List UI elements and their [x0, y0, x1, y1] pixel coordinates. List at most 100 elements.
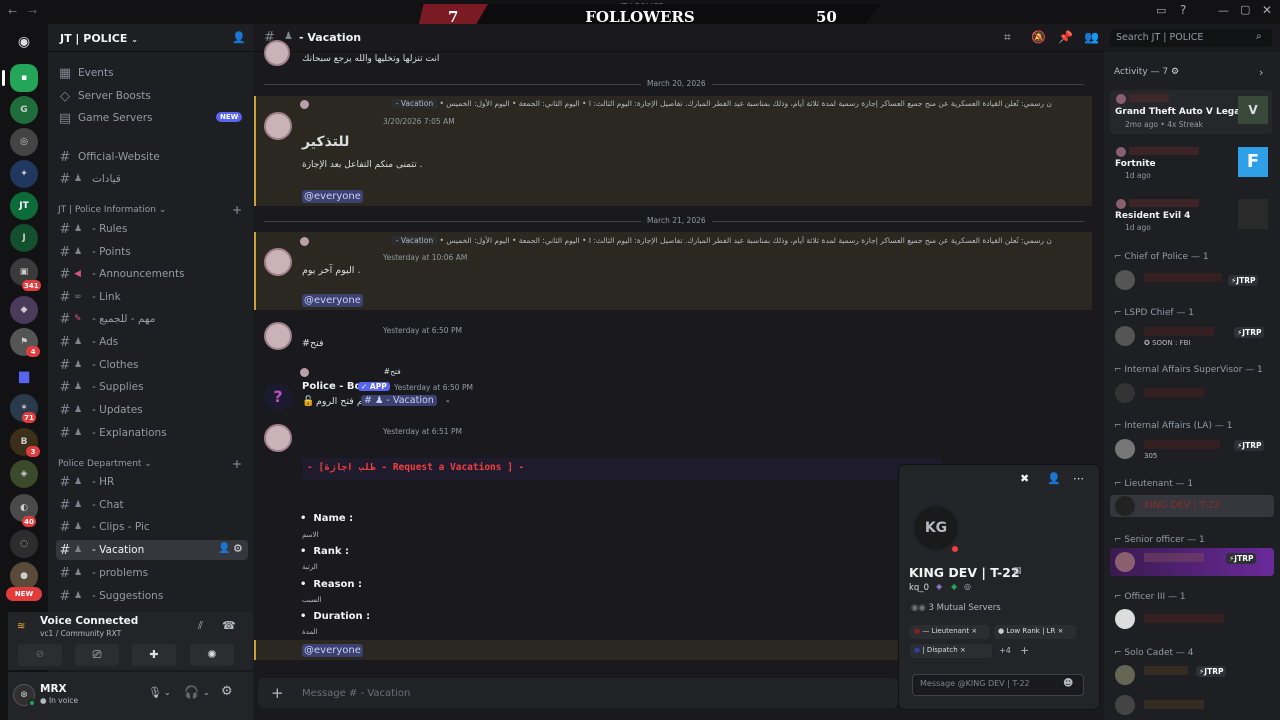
server-icon-3[interactable]: ◎ [10, 128, 38, 156]
member-name-redacted[interactable] [1144, 388, 1204, 397]
discord-home-icon[interactable]: ◉ [10, 28, 38, 56]
member-list-icon[interactable]: 👥 [1084, 30, 1099, 44]
invite-members-icon[interactable]: 👤 [218, 543, 230, 554]
forward-arrow-icon[interactable]: → [28, 5, 37, 18]
bot-avatar[interactable]: ? [264, 383, 292, 411]
channel-rules[interactable]: # ♟ - Rules [56, 219, 248, 239]
member-name-redacted[interactable] [1144, 273, 1222, 282]
user-name[interactable]: MRX [40, 683, 67, 695]
microphone-icon[interactable]: 🎙 [148, 686, 162, 699]
member-avatar[interactable] [1115, 439, 1135, 459]
activities-button[interactable]: ✚ [132, 644, 176, 666]
channel-chat[interactable]: # ♟ - Chat [56, 495, 248, 515]
voice-status[interactable]: Voice Connected [40, 615, 138, 627]
minimize-icon[interactable]: — [1218, 4, 1229, 17]
channel-link[interactable]: # ∞ - Link [56, 287, 248, 307]
author-name[interactable] [302, 426, 382, 436]
bot-name[interactable]: Police - Bot [302, 381, 366, 392]
avatar[interactable] [264, 424, 292, 452]
author-name[interactable] [302, 252, 382, 262]
server-icon-15[interactable]: ● [10, 562, 38, 590]
channel-explanations[interactable]: # ♟ - Explanations [56, 423, 248, 443]
add-friend-icon[interactable]: ✖ [1020, 472, 1029, 485]
note-icon[interactable]: ▤ [1013, 566, 1022, 576]
channel-clips-pic[interactable]: # ♟ - Clips - Pic [56, 517, 248, 537]
sidebar-item-game-servers[interactable]: ▤ Game Servers NEW [56, 108, 248, 128]
notification-bell-off-icon[interactable]: 🔕 [1031, 30, 1046, 44]
channel-supplies[interactable]: # ♟ - Supplies [56, 377, 248, 397]
avatar[interactable] [264, 248, 292, 276]
channel-updates[interactable]: # ♟ - Updates [56, 400, 248, 420]
role-low-rank[interactable]: ● Low Rank | LR × [994, 625, 1076, 639]
signal-icon[interactable]: ≋ [17, 621, 25, 632]
category-police-department[interactable]: Police Department ⌄ + [58, 457, 242, 471]
member-avatar[interactable] [1115, 695, 1135, 715]
server-icon-5[interactable]: JT [10, 192, 38, 220]
headphones-icon[interactable]: 🎧 [184, 685, 199, 699]
channel-important[interactable]: # ✎ - مهم - للجميع [56, 309, 248, 329]
dm-placeholder[interactable]: Message @KING DEV | T-22 [920, 679, 1030, 688]
channel-problems[interactable]: # ♟ - problems [56, 563, 248, 583]
guild-name[interactable]: JT | POLICE ⌄ [60, 32, 138, 45]
author-name[interactable] [302, 325, 382, 335]
add-attachment-icon[interactable]: + [271, 684, 284, 702]
member-name[interactable]: KING DEV | T-22 [1144, 500, 1220, 511]
camera-off-button[interactable]: ⊘ [18, 644, 62, 666]
everyone-mention[interactable]: @everyone [302, 190, 363, 203]
avatar[interactable] [264, 40, 290, 66]
member-name-redacted[interactable] [1144, 553, 1204, 562]
invite-icon[interactable]: 👤 [232, 31, 246, 44]
member-name-redacted[interactable] [1144, 614, 1224, 623]
chevron-down-icon[interactable]: ⌄ [164, 688, 171, 697]
channel-leaders[interactable]: # ♟ قيادات [56, 169, 248, 189]
emoji-icon[interactable]: ☻ [1063, 678, 1073, 689]
server-icon-1[interactable]: ▪ [10, 64, 38, 92]
server-icon-6[interactable]: J [10, 224, 38, 252]
channel-suggestions[interactable]: # ♟ - Suggestions [56, 586, 248, 606]
role-lieutenant[interactable]: ● — Lieutenant × [910, 625, 990, 639]
folder-icon[interactable]: ▆ [10, 362, 38, 390]
rail-new-badge[interactable]: NEW [6, 587, 42, 601]
member-avatar[interactable] [1115, 326, 1135, 346]
more-options-icon[interactable]: ⋯ [1073, 472, 1084, 485]
composer-placeholder[interactable]: Message # - Vacation [302, 688, 410, 699]
avatar[interactable] [264, 322, 292, 350]
pin-icon[interactable]: 📌 [1058, 30, 1073, 44]
back-arrow-icon[interactable]: ← [8, 5, 17, 18]
screen-share-button[interactable]: ⎚ [75, 644, 119, 666]
server-icon-8[interactable]: ◆ [10, 296, 38, 324]
member-avatar[interactable] [1115, 552, 1135, 572]
send-friend-request-icon[interactable]: 👤 [1047, 472, 1061, 485]
gear-icon[interactable]: ⚙ [233, 542, 243, 555]
mutual-servers[interactable]: ◉◉ 3 Mutual Servers [911, 603, 1001, 613]
reply-preview[interactable]: #فتح [300, 367, 500, 377]
channel-announcements[interactable]: # ◀ - Announcements [56, 264, 248, 284]
channel-points[interactable]: # ♟ - Points [56, 242, 248, 262]
chevron-right-icon[interactable]: › [1259, 66, 1263, 79]
avatar[interactable] [264, 112, 292, 140]
add-channel-icon[interactable]: + [232, 203, 242, 217]
add-role-icon[interactable]: + [1020, 644, 1029, 657]
channel-hr[interactable]: # ♟ - HR [56, 472, 248, 492]
threads-icon[interactable]: ⌗ [1004, 30, 1011, 45]
member-name-redacted[interactable] [1144, 666, 1188, 675]
channel-mention[interactable]: # ♟ - Vacation [361, 395, 437, 406]
server-icon-12[interactable]: ◈ [10, 460, 38, 488]
channel-vacation[interactable]: # ♟ - Vacation 👤 ⚙ [56, 540, 248, 560]
chevron-down-icon[interactable]: ⌄ [203, 688, 210, 697]
server-icon-4[interactable]: ✦ [10, 160, 38, 188]
channel-official-website[interactable]: # Official-Website [56, 147, 248, 167]
member-name-redacted[interactable] [1144, 700, 1204, 709]
sidebar-item-server-boosts[interactable]: ◇ Server Boosts [56, 86, 248, 106]
disconnect-icon[interactable]: ☎ [222, 619, 236, 632]
category-police-information[interactable]: JT | Police Information ⌄ + [58, 203, 242, 217]
soundboard-button[interactable]: ✺ [190, 644, 234, 666]
noise-suppression-icon[interactable]: ⫽ [198, 619, 203, 633]
member-name-redacted[interactable] [1144, 327, 1214, 336]
voice-channel[interactable]: vc1 / Community RXT [40, 629, 121, 638]
close-window-icon[interactable]: ✕ [1262, 3, 1272, 17]
user-settings-gear-icon[interactable]: ⚙ [221, 684, 233, 699]
member-avatar[interactable] [1115, 496, 1135, 516]
channel-clothes[interactable]: # ♟ - Clothes [56, 355, 248, 375]
role-dispatch[interactable]: ● | Dispatch × [910, 644, 992, 658]
